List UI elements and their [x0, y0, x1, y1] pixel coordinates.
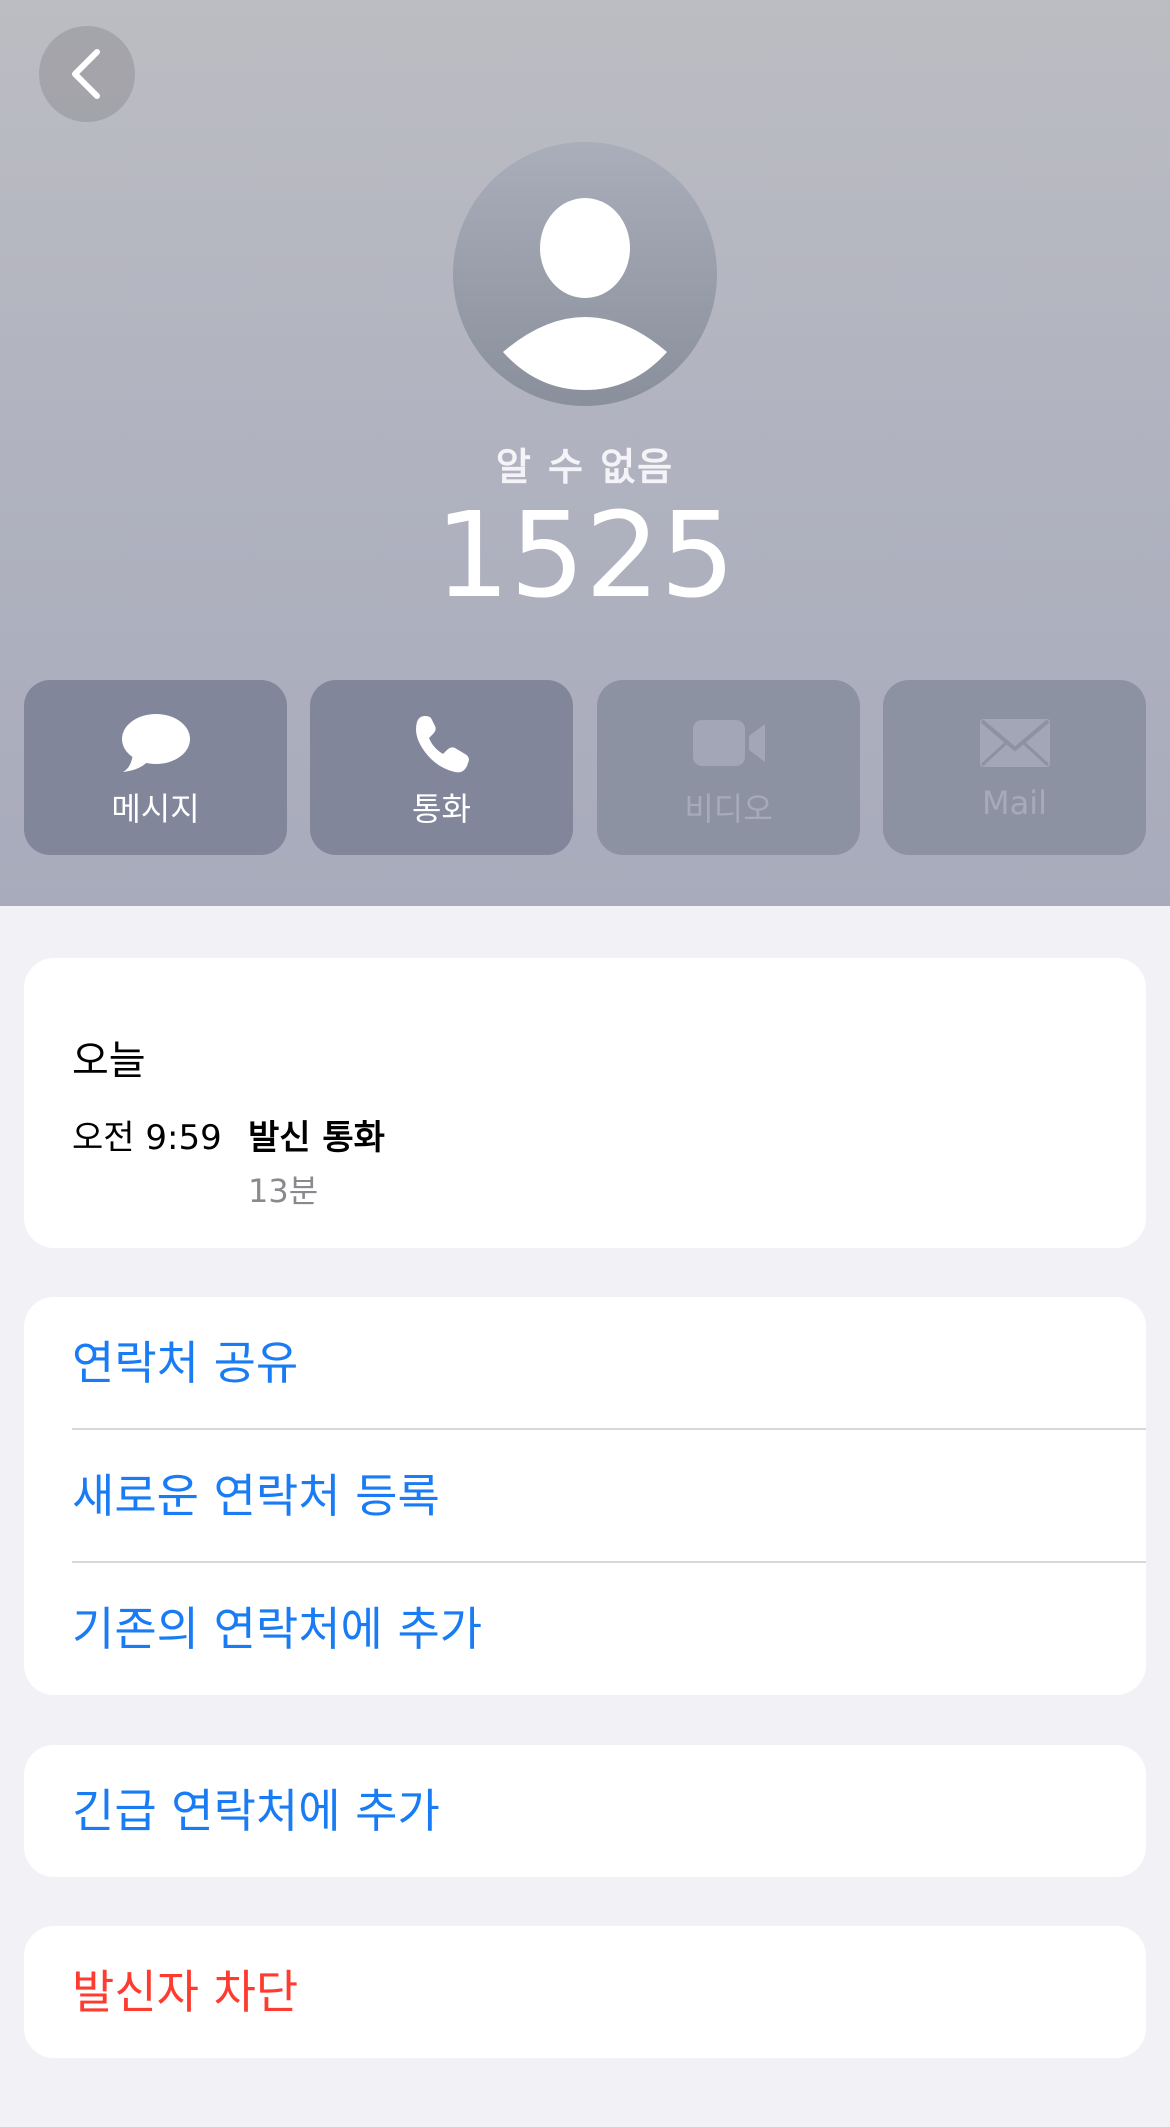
create-new-contact-label: 새로운 연락처 등록: [72, 1469, 440, 1523]
call-button-label: 통화: [412, 790, 471, 828]
recent-day: 오늘: [72, 1038, 146, 1084]
call-duration: 13분: [248, 1172, 319, 1210]
contact-options-card: 연락처 공유 새로운 연락처 등록 기존의 연락처에 추가: [24, 1297, 1146, 1695]
caller-number: 1525: [434, 486, 736, 624]
share-contact-button[interactable]: 연락처 공유: [72, 1297, 1146, 1430]
add-to-existing-contact-label: 기존의 연락처에 추가: [72, 1602, 483, 1656]
action-buttons: 메시지 통화 비디오 Mail: [24, 680, 1146, 855]
video-button-label: 비디오: [684, 790, 773, 828]
message-button[interactable]: 메시지: [24, 680, 287, 855]
avatar: [453, 142, 717, 406]
add-emergency-contact-label: 긴급 연락처에 추가: [72, 1784, 440, 1838]
emergency-card: 긴급 연락처에 추가: [24, 1745, 1146, 1877]
create-new-contact-button[interactable]: 새로운 연락처 등록: [72, 1430, 1146, 1563]
block-caller-label: 발신자 차단: [72, 1965, 299, 2019]
caller-label: 알 수 없음: [495, 445, 675, 489]
phone-icon: [415, 716, 469, 773]
call-button[interactable]: 통화: [310, 680, 573, 855]
recent-calls-card: 오늘 오전 9:59 발신 통화 13분: [24, 958, 1146, 1248]
add-emergency-contact-button[interactable]: 긴급 연락처에 추가: [72, 1745, 1146, 1877]
mail-button-label: Mail: [982, 784, 1047, 822]
back-button[interactable]: [39, 26, 135, 122]
call-time: 오전 9:59: [72, 1118, 222, 1158]
add-to-existing-contact-button[interactable]: 기존의 연락처에 추가: [72, 1563, 1146, 1696]
block-card: 발신자 차단: [24, 1926, 1146, 2058]
message-bubble-icon: [121, 714, 190, 772]
person-silhouette-icon: [503, 198, 667, 390]
block-caller-button[interactable]: 발신자 차단: [72, 1926, 1146, 2058]
chevron-left-icon: [72, 49, 100, 99]
call-type: 발신 통화: [248, 1118, 385, 1158]
envelope-icon: [979, 719, 1050, 767]
mail-button[interactable]: Mail: [883, 680, 1146, 855]
share-contact-label: 연락처 공유: [72, 1336, 299, 1390]
video-button[interactable]: 비디오: [597, 680, 860, 855]
video-camera-icon: [692, 720, 765, 766]
contact-header: 알 수 없음 1525 메시지 통화 비디오 Mail: [0, 0, 1170, 906]
message-button-label: 메시지: [111, 790, 200, 828]
